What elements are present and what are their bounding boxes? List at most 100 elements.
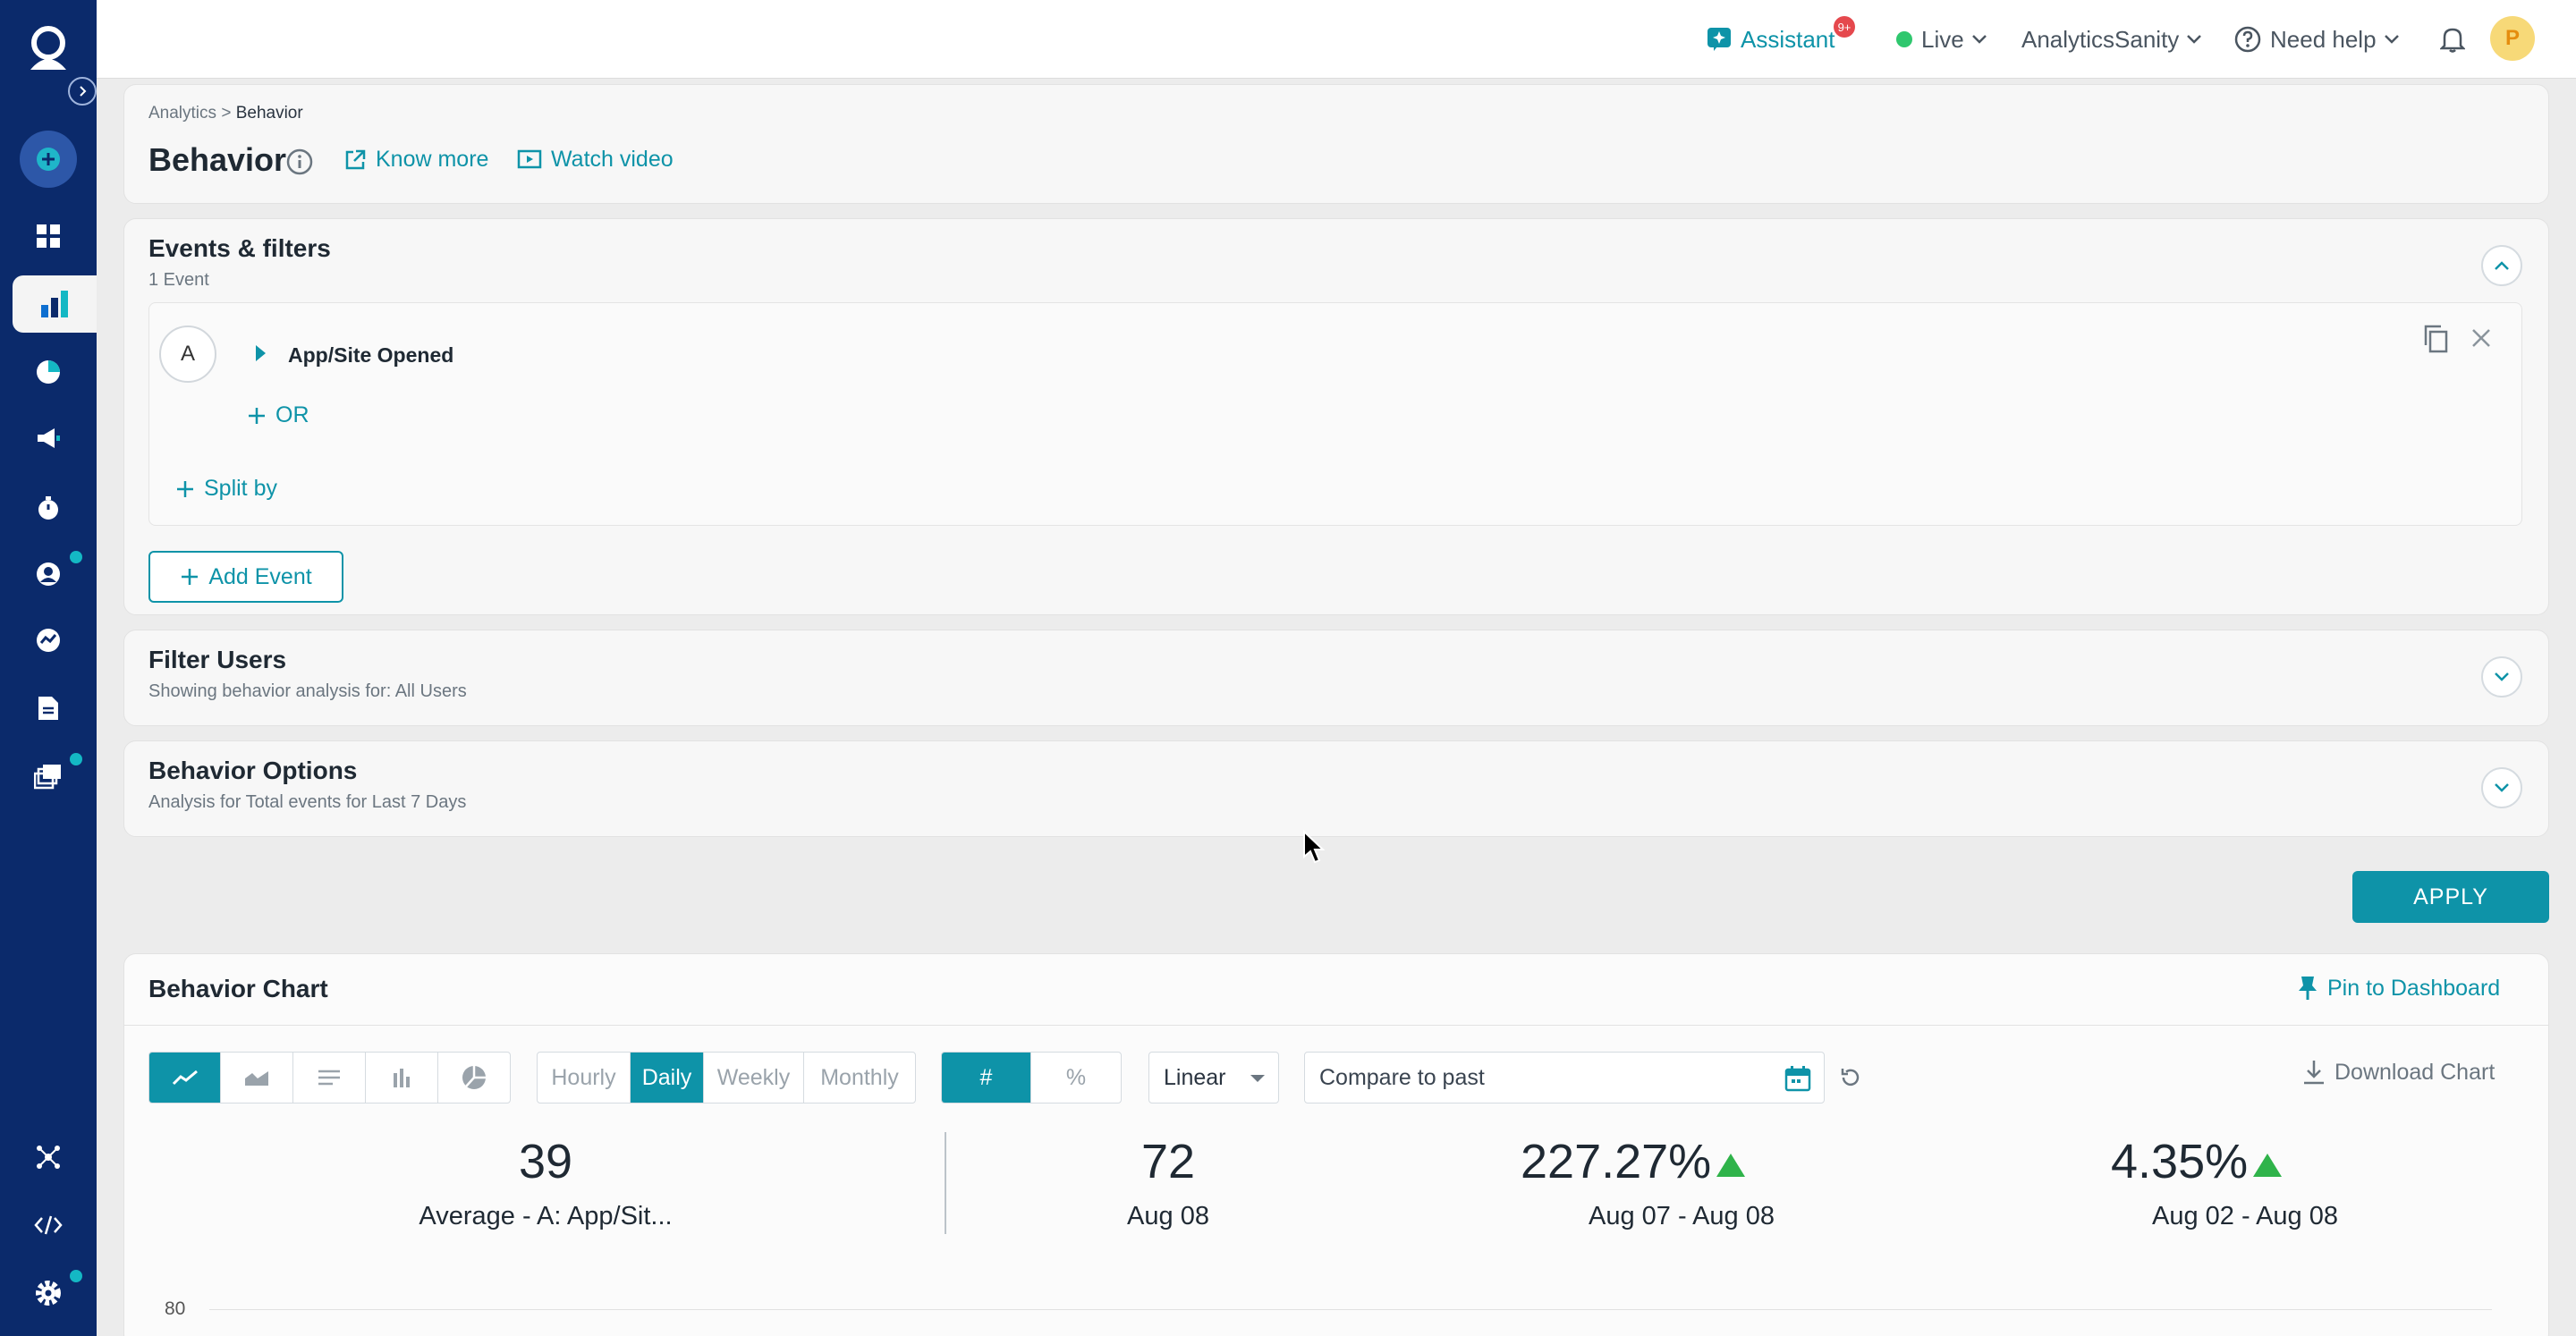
sidebar [0,0,97,1336]
split-by-button[interactable]: Split by [175,476,277,502]
insights-trend-icon[interactable] [21,613,75,667]
pie-chart-icon [462,1066,486,1089]
behavior-options-title: Behavior Options [148,757,358,784]
line-chart-icon [172,1070,198,1086]
integrations-icon[interactable] [21,1130,75,1184]
granularity-group: Hourly Daily Weekly Monthly [537,1052,916,1103]
trend-up-icon [2253,1153,2283,1177]
event-block [148,302,2522,526]
breadcrumb-separator: > [221,104,232,123]
pie-chart-type-button[interactable] [438,1053,510,1103]
page-title: Behavior [148,141,286,179]
bell-icon [2440,28,2465,53]
scale-value: Linear [1164,1064,1226,1090]
expand-behavior-options-button[interactable] [2481,767,2522,808]
metric-weekly-change-value: 4.35% [2111,1135,2249,1188]
download-chart-label: Download Chart [2334,1059,2496,1085]
environment-label: Live [1921,25,1964,53]
page-title-text: Behavior [148,141,287,178]
pin-to-dashboard-button[interactable]: Pin to Dashboard [2297,975,2500,1002]
user-avatar[interactable]: P [2490,16,2535,61]
metric-weekly-change: 4.35% [2111,1134,2397,1189]
metric-daily-change: 227.27% [1521,1134,1843,1189]
segments-pie-icon[interactable] [21,345,75,399]
breadcrumb-parent[interactable]: Analytics [148,104,216,123]
video-play-icon [517,149,542,168]
developer-code-icon[interactable] [21,1198,75,1252]
behavior-options-card[interactable] [123,740,2549,837]
sidebar-collapse-button[interactable] [68,77,97,106]
external-link-icon [345,149,366,169]
metric-daily-change-label: Aug 07 - Aug 08 [1589,1202,1775,1230]
value-mode-percent[interactable]: % [1031,1053,1121,1103]
expand-event-caret-icon[interactable] [256,345,266,361]
settings-notification-dot [70,1270,82,1282]
event-name[interactable]: App/Site Opened [288,343,453,368]
bar-chart-type-button[interactable] [366,1053,438,1103]
project-label: AnalyticsSanity [2021,25,2180,53]
campaigns-megaphone-icon[interactable] [21,411,75,465]
collapse-events-button[interactable] [2481,245,2522,286]
behavior-chart-title: Behavior Chart [148,975,328,1002]
area-chart-type-button[interactable] [221,1053,293,1103]
need-help-label: Need help [2270,25,2377,53]
table-chart-type-button[interactable] [293,1053,366,1103]
download-chart-button[interactable]: Download Chart [2302,1059,2495,1086]
metric-average-value: 39 [518,1135,573,1188]
reset-refresh-icon[interactable] [1839,1066,1862,1089]
split-by-label: Split by [204,476,277,501]
copy-icon[interactable] [2422,324,2449,354]
granularity-daily[interactable]: Daily [631,1053,704,1103]
analytics-icon[interactable] [13,275,97,333]
metric-latest-label: Aug 08 [1127,1202,1209,1230]
apply-button[interactable]: APPLY [2352,871,2549,923]
value-mode-absolute[interactable]: # [942,1053,1031,1103]
reports-document-icon[interactable] [21,681,75,735]
filter-users-subtitle: Showing behavior analysis for: All Users [148,681,467,701]
plus-icon [177,480,193,497]
notifications-button[interactable] [2440,0,2465,79]
project-selector[interactable]: AnalyticsSanity [2021,0,2202,79]
journeys-timer-icon[interactable] [21,481,75,535]
plus-icon [182,569,199,585]
pin-icon [2299,977,2317,1000]
assistant-icon [1707,28,1731,51]
calendar-icon[interactable] [1784,1065,1811,1092]
expand-filter-users-button[interactable] [2481,656,2522,698]
add-or-condition-button[interactable]: OR [247,402,309,428]
close-icon[interactable] [2470,327,2492,349]
chart-gridline [209,1309,2492,1310]
behavior-options-subtitle: Analysis for Total events for Last 7 Day… [148,792,467,812]
assistant-button[interactable]: Assistant [1707,0,1835,79]
add-event-button[interactable]: Add Event [148,551,343,603]
watch-video-link[interactable]: Watch video [517,147,674,173]
environment-selector[interactable]: Live [1896,0,1987,79]
metric-average-label: Average - A: App/Sit... [419,1202,673,1230]
content-library-icon[interactable] [21,749,75,803]
dashboard-icon[interactable] [21,209,75,263]
know-more-link[interactable]: Know more [343,147,488,173]
info-icon[interactable] [286,148,313,175]
granularity-monthly[interactable]: Monthly [804,1053,915,1103]
chevron-down-icon [2495,783,2509,792]
know-more-label: Know more [376,147,489,172]
mouse-cursor-icon [1303,830,1326,864]
need-help-menu[interactable]: Need help [2234,0,2400,79]
create-new-button[interactable] [20,131,77,188]
users-profile-icon[interactable] [21,547,75,601]
or-label: OR [275,402,309,427]
breadcrumb-current: Behavior [235,104,303,123]
line-chart-type-button[interactable] [149,1053,221,1103]
chevron-down-icon [2187,35,2202,44]
filter-users-card[interactable] [123,630,2549,726]
compare-to-past-input[interactable]: Compare to past [1304,1052,1825,1103]
granularity-hourly[interactable]: Hourly [538,1053,631,1103]
chart-type-group [148,1052,511,1103]
granularity-weekly[interactable]: Weekly [704,1053,804,1103]
trend-up-icon [1716,1153,1746,1177]
bar-chart-icon [394,1069,410,1087]
events-filters-title: Events & filters [148,234,331,262]
scale-select[interactable]: Linear [1148,1052,1279,1103]
chevron-up-icon [2495,261,2509,270]
settings-gear-icon[interactable] [21,1266,75,1320]
